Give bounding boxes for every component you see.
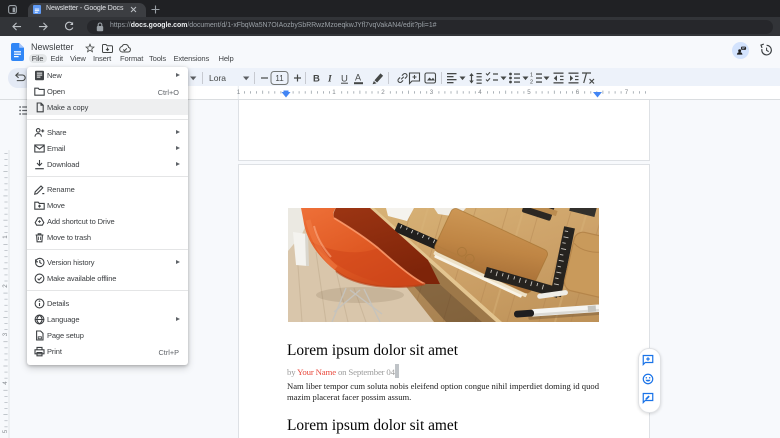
svg-text:1: 1: [332, 89, 336, 96]
svg-text:I: I: [327, 75, 332, 85]
svg-text:1: 1: [237, 89, 241, 96]
svg-text:4: 4: [478, 89, 482, 96]
svg-text:1: 1: [530, 73, 533, 79]
svg-text:B: B: [313, 74, 320, 85]
svg-text:Lora: Lora: [209, 73, 226, 83]
svg-text:2: 2: [530, 80, 533, 86]
svg-text:11: 11: [275, 74, 284, 83]
svg-text:2: 2: [2, 284, 9, 288]
svg-text:1: 1: [2, 235, 9, 239]
svg-text:5: 5: [527, 89, 531, 96]
svg-text:2: 2: [381, 89, 385, 96]
svg-text:3: 3: [2, 332, 9, 336]
svg-text:6: 6: [576, 89, 580, 96]
svg-text:3: 3: [430, 89, 434, 96]
svg-text:7: 7: [625, 89, 629, 96]
svg-text:4: 4: [2, 381, 9, 385]
svg-text:A: A: [355, 73, 361, 83]
svg-text:5: 5: [2, 429, 9, 433]
